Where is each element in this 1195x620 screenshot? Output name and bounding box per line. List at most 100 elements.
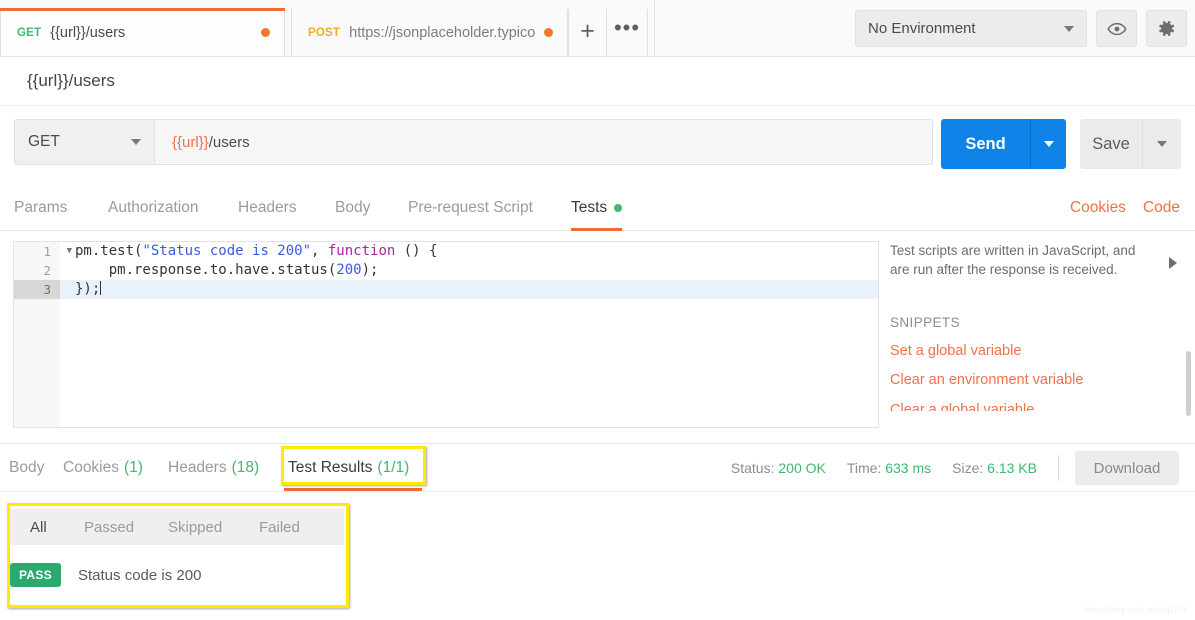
response-tab-body[interactable]: Body (9, 444, 44, 492)
test-result-row: PASS Status code is 200 (10, 563, 201, 587)
test-results-filter-bar: All Passed Skipped Failed (10, 509, 344, 545)
code-line: pm.response.to.have.status(200); (60, 261, 878, 280)
snippets-description: Test scripts are written in JavaScript, … (890, 243, 1136, 277)
tab-options-button[interactable]: ••• (606, 9, 648, 56)
filter-skipped[interactable]: Skipped (168, 509, 222, 545)
text-cursor (100, 281, 102, 295)
code-token: , (311, 243, 328, 259)
snippet-set-global-variable[interactable]: Set a global variable (890, 343, 1195, 359)
code-line-active: }); (60, 280, 878, 299)
status-value: 200 OK (778, 460, 826, 476)
chevron-down-icon (131, 139, 141, 145)
tests-present-dot-icon (614, 204, 623, 212)
code-token: }); (75, 281, 101, 297)
filter-all[interactable]: All (30, 509, 47, 545)
send-button[interactable]: Send (941, 119, 1031, 169)
response-tab-cookies[interactable]: Cookies (1) (63, 444, 143, 492)
method-selector[interactable]: GET (14, 119, 154, 165)
tab-params[interactable]: Params (14, 185, 67, 231)
method-label: GET (28, 133, 60, 150)
status-meta: Status: 200 OK (731, 460, 826, 476)
line-number: 1 ▼ (14, 242, 72, 261)
tab-method-label: GET (17, 26, 42, 39)
chevron-down-icon (1064, 25, 1074, 32)
snippets-panel: Test scripts are written in JavaScript, … (890, 241, 1195, 431)
tab-label: Body (335, 199, 371, 216)
collapse-arrow-icon[interactable] (1169, 257, 1177, 269)
code-token: () { (395, 243, 438, 259)
toolbar-divider (654, 0, 655, 56)
top-bar: GET {{url}}/users POST https://jsonplace… (0, 0, 1195, 57)
request-tab-get-users[interactable]: GET {{url}}/users (0, 8, 285, 56)
tab-label: Headers (168, 459, 227, 476)
request-title-bar: {{url}}/users (0, 57, 1195, 106)
gear-icon (1159, 21, 1175, 36)
tab-name-label: {{url}}/users (50, 24, 126, 41)
tab-name-label: https://jsonplaceholder.typicod (349, 24, 535, 41)
status-label: Status: (730, 460, 775, 476)
eye-icon (1106, 22, 1127, 35)
test-name-label: Status code is 200 (78, 566, 202, 584)
tests-code-editor[interactable]: 1 ▼ 2 3 pm.test("Status code is 200", fu… (13, 241, 879, 428)
request-links: Cookies Code (1070, 185, 1180, 231)
environment-quick-look-button[interactable] (1096, 10, 1137, 47)
code-token: pm.response.to.have.status( (75, 262, 337, 278)
settings-button[interactable] (1146, 10, 1187, 47)
url-path-text: /users (208, 133, 250, 151)
page-title: {{url}}/users (27, 71, 115, 90)
new-tab-button[interactable]: + (568, 9, 606, 56)
snippet-clear-environment-variable[interactable]: Clear an environment variable (890, 372, 1195, 388)
tab-headers[interactable]: Headers (238, 185, 297, 231)
filter-failed[interactable]: Failed (259, 509, 300, 545)
code-token-number: 200 (336, 262, 362, 278)
url-variable-token: {{url}} (172, 133, 209, 151)
save-options-button[interactable] (1143, 119, 1181, 169)
tab-tests[interactable]: Tests (571, 185, 623, 231)
code-link[interactable]: Code (1143, 199, 1180, 217)
cookies-link[interactable]: Cookies (1070, 199, 1126, 217)
send-options-button[interactable] (1031, 119, 1066, 169)
tab-count: (18) (231, 459, 260, 476)
code-token-string: "Status code is 200" (142, 243, 312, 259)
postman-window: GET {{url}}/users POST https://jsonplace… (0, 0, 1195, 620)
status-badge: PASS (10, 563, 61, 587)
time-value: 633 ms (885, 460, 932, 476)
tab-label: Tests (571, 199, 608, 216)
filter-passed[interactable]: Passed (84, 509, 134, 545)
tab-method-label: POST (308, 26, 341, 39)
editor-gutter: 1 ▼ 2 3 (14, 242, 72, 427)
tab-count: (1) (124, 459, 143, 476)
response-tab-headers[interactable]: Headers (18) (168, 444, 259, 492)
chevron-down-icon (1043, 141, 1054, 147)
tab-label: Test Results (288, 459, 373, 476)
request-tab-post-jsonplaceholder[interactable]: POST https://jsonplaceholder.typicod (291, 9, 568, 56)
response-tab-test-results[interactable]: Test Results (1/1) (288, 444, 409, 492)
environment-selector[interactable]: No Environment (855, 10, 1087, 47)
snippets-heading: SNIPPETS (890, 315, 960, 330)
tab-label: Cookies (63, 459, 119, 476)
watermark-text: https://blog.csdn.net/zbj1234 (1085, 605, 1187, 614)
tab-label: Authorization (108, 199, 199, 216)
time-label: Time: (846, 460, 882, 476)
chevron-down-icon (1157, 141, 1167, 147)
size-label: Size: (952, 460, 984, 476)
active-tab-underline (284, 488, 422, 491)
tab-label: Body (9, 459, 45, 476)
tab-label: Headers (238, 199, 297, 216)
environment-area: No Environment (855, 0, 1187, 57)
send-button-group: Send (941, 119, 1066, 169)
size-value: 6.13 KB (987, 460, 1037, 476)
tab-count: (1/1) (377, 459, 410, 476)
snippet-clear-global-variable[interactable]: Clear a global variable (890, 402, 1195, 411)
url-input[interactable]: {{url}}/users (154, 119, 933, 165)
tab-pre-request-script[interactable]: Pre-request Script (408, 185, 533, 231)
meta-divider (1058, 455, 1059, 481)
save-button[interactable]: Save (1080, 119, 1143, 169)
request-tab-strip: GET {{url}}/users POST https://jsonplace… (0, 0, 655, 56)
tab-authorization[interactable]: Authorization (108, 185, 198, 231)
test-results-panel: All Passed Skipped Failed PASS Status co… (0, 500, 1195, 620)
snippets-scrollbar[interactable] (1186, 351, 1191, 416)
tab-body[interactable]: Body (335, 185, 370, 231)
response-bar: Body Cookies (1) Headers (18) Test Resul… (0, 443, 1195, 492)
download-button[interactable]: Download (1075, 451, 1179, 485)
